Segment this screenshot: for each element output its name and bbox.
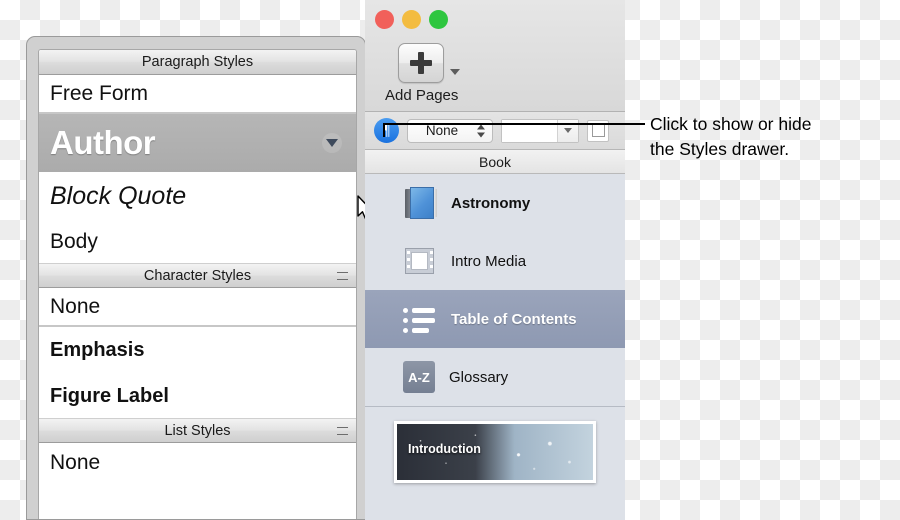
sidebar-item-astronomy[interactable]: Astronomy [365, 174, 625, 232]
zoom-button[interactable] [429, 10, 448, 29]
book-sidebar: Book Astronomy Intro Media Table of Cont… [365, 150, 625, 520]
section-header-paragraph-styles[interactable]: Paragraph Styles [39, 50, 356, 75]
sidebar-item-label: Intro Media [451, 252, 527, 270]
section-title: Character Styles [143, 267, 252, 284]
callout-text: Click to show or hide the Styles drawer. [650, 112, 890, 162]
styles-drawer-content: Paragraph Styles Free Form Author Block … [38, 49, 357, 519]
style-item-block-quote[interactable]: Block Quote [39, 172, 356, 220]
style-item-label: Emphasis [50, 339, 145, 361]
section-header-character-styles[interactable]: Character Styles [39, 263, 356, 288]
disclosure-triangle-icon[interactable] [322, 133, 342, 153]
section-grip-icon[interactable] [337, 426, 348, 435]
style-item-free-form[interactable]: Free Form [39, 75, 356, 114]
glossary-icon: A-Z [403, 361, 435, 393]
section-title: Paragraph Styles [141, 54, 254, 70]
thumbnail-title: Introduction [408, 442, 481, 456]
section-title: List Styles [164, 422, 231, 439]
add-pages-control[interactable]: Add Pages [385, 43, 460, 104]
format-bar: ¶ None [365, 112, 625, 150]
style-item-author[interactable]: Author [39, 114, 356, 172]
style-item-list-none[interactable]: None [39, 443, 356, 483]
page-thumbnail-introduction[interactable]: Introduction [394, 421, 596, 483]
style-item-body[interactable]: Body [39, 220, 356, 263]
stepper-updown-icon[interactable] [477, 124, 485, 137]
style-item-label: Free Form [50, 81, 149, 105]
book-icon [403, 186, 437, 220]
style-item-label: Figure Label [50, 384, 169, 407]
style-item-figure-label[interactable]: Figure Label [39, 374, 356, 418]
sidebar-item-table-of-contents[interactable]: Table of Contents [365, 290, 625, 348]
style-item-label: Block Quote [50, 181, 187, 210]
style-item-label: Body [50, 229, 98, 253]
caret-down-icon[interactable] [450, 69, 460, 75]
sidebar-item-label: Astronomy [451, 194, 531, 212]
sidebar-item-label: Table of Contents [451, 310, 577, 328]
sidebar-item-intro-media[interactable]: Intro Media [365, 232, 625, 290]
callout-line-1: Click to show or hide [650, 114, 812, 134]
paragraph-style-value: None [425, 123, 459, 138]
toc-icon [403, 301, 437, 338]
close-button[interactable] [375, 10, 394, 29]
sidebar-item-glossary[interactable]: A-Z Glossary [365, 348, 625, 406]
page-thumbnail-area: Introduction [365, 407, 625, 483]
section-grip-icon[interactable] [337, 271, 348, 280]
minimize-button[interactable] [402, 10, 421, 29]
screenshot-root: Paragraph Styles Free Form Author Block … [0, 0, 900, 520]
callout-leader-line [383, 123, 645, 125]
style-item-emphasis[interactable]: Emphasis [39, 327, 356, 374]
window-titlebar: Add Pages [365, 0, 625, 112]
media-icon [403, 244, 437, 278]
style-item-label: None [50, 294, 101, 318]
styles-drawer: Paragraph Styles Free Form Author Block … [26, 36, 366, 520]
plus-icon [410, 52, 432, 74]
callout-line-2: the Styles drawer. [650, 138, 790, 159]
window-controls [375, 10, 448, 29]
pilcrow-icon[interactable]: ¶ [374, 118, 399, 143]
section-header-list-styles[interactable]: List Styles [39, 418, 356, 443]
sidebar-header: Book [365, 150, 625, 174]
style-item-label: None [50, 451, 101, 474]
callout-leader-vertical [383, 123, 385, 137]
style-item-label: Author [50, 124, 156, 161]
add-pages-button[interactable] [398, 43, 444, 83]
add-pages-label: Add Pages [385, 87, 459, 104]
sidebar-item-label: Glossary [449, 368, 509, 386]
sidebar-header-label: Book [479, 153, 511, 170]
style-item-character-none[interactable]: None [39, 288, 356, 327]
ibooks-author-window: Add Pages ¶ None Book Astronomy Intro Me… [365, 0, 625, 520]
